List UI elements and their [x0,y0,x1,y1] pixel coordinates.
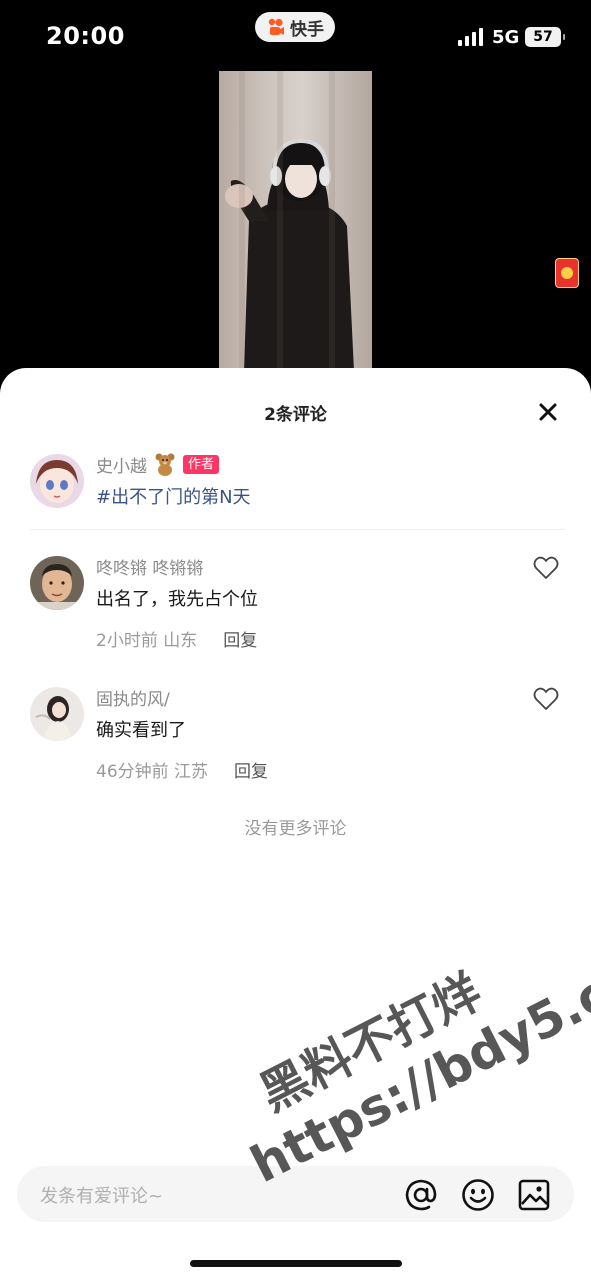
comment-meta: 2小时前 山东 回复 [96,626,257,651]
home-indicator[interactable] [190,1260,402,1267]
post-hashtag[interactable]: #出不了门的第N天 [96,483,251,509]
comments-title: 2条评论 [264,405,327,425]
at-icon[interactable] [404,1178,438,1212]
comment-text: 出名了，我先占个位 [96,589,258,610]
emoji-icon[interactable] [461,1178,495,1212]
comment-input-placeholder[interactable]: 发条有爱评论~ [40,1182,163,1208]
network-type: 5G [492,27,520,48]
author-badge: 作者 [183,454,220,474]
comment-meta: 46分钟前 江苏 回复 [96,757,268,782]
comment-input[interactable]: 发条有爱评论~ [17,1166,574,1222]
app-name: 快手 [290,19,324,40]
reply-button[interactable]: 回复 [223,626,257,651]
status-bar: 20:00 快手 5G 57 [0,0,591,72]
comment-text: 确实看到了 [96,720,186,741]
close-icon[interactable] [536,400,560,424]
commenter-avatar[interactable] [30,556,84,610]
teddy-bear-icon [155,453,175,476]
reply-button[interactable]: 回复 [234,757,268,782]
comment-item: 固执的风/ 确实看到了 46分钟前 江苏 回复 [30,685,565,795]
kuaishou-logo-icon [268,18,284,35]
no-more-comments: 没有更多评论 [244,819,347,839]
video-preview[interactable] [219,71,372,371]
commenter-avatar[interactable] [30,687,84,741]
author-line: 史小越 作者 [96,452,220,477]
heart-icon[interactable] [533,556,559,580]
comment-time: 46分钟前 [96,762,169,782]
comment-item: 咚咚锵 咚锵锵 出名了，我先占个位 2小时前 山东 回复 [30,554,565,664]
signal-icon [458,28,483,46]
author-name[interactable]: 史小越 [96,452,147,477]
commenter-name[interactable]: 咚咚锵 咚锵锵 [96,554,203,579]
author-post: 史小越 作者 #出不了门的第N天 [30,452,565,530]
heart-icon[interactable] [533,687,559,711]
author-avatar[interactable] [30,454,84,508]
status-time: 20:00 [46,22,125,50]
comment-location: 江苏 [174,762,209,782]
comment-time: 2小时前 [96,631,158,651]
commenter-name[interactable]: 固执的风/ [96,685,170,710]
comment-location: 山东 [163,631,198,651]
comments-sheet: 2条评论 史小越 作者 #出不了门的第N天 咚咚锵 咚锵锵 出名了，我先占个位 … [0,368,591,1280]
battery-indicator: 57 [525,27,565,47]
image-icon[interactable] [517,1178,551,1212]
red-packet-icon[interactable] [555,258,579,288]
app-indicator-pill[interactable]: 快手 [255,12,335,42]
